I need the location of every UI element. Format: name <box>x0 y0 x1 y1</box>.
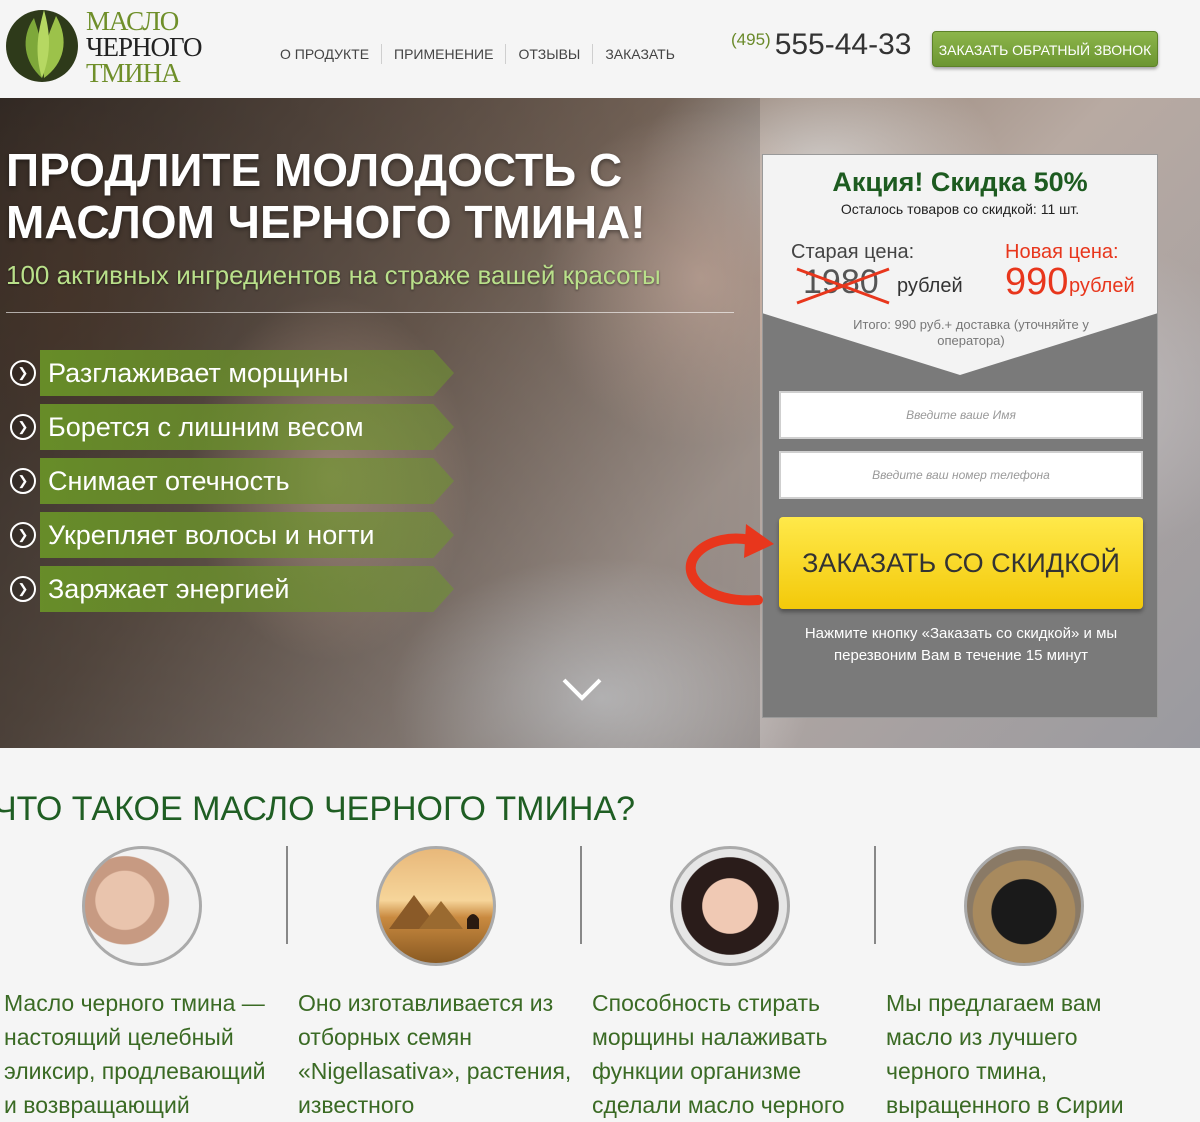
site-header: МАСЛО ЧЕРНОГО ТМИНА О ПРОДУКТЕ ПРИМЕНЕНИ… <box>0 0 1200 98</box>
old-price-currency: рублей <box>897 275 963 297</box>
benefit-text: Борется с лишним весом <box>48 412 364 442</box>
aging-face-image <box>82 846 202 966</box>
logo-wordmark: МАСЛО ЧЕРНОГО ТМИНА <box>86 6 202 88</box>
about-column-text: Оно изготавливается из отборных семян «N… <box>298 990 572 1118</box>
scroll-down-icon[interactable] <box>560 674 604 704</box>
benefit-text: Укрепляет волосы и ногти <box>48 520 375 550</box>
new-price-currency: рублей <box>1069 275 1135 297</box>
nav-item-order[interactable]: ЗАКАЗАТЬ <box>592 44 687 64</box>
phone-digits: 555-44-33 <box>774 28 912 61</box>
phone-code: (495) <box>731 30 771 49</box>
logo-line-1: МАСЛО <box>86 6 179 36</box>
nav-item-reviews[interactable]: ОТЗЫВЫ <box>505 44 592 64</box>
hero-divider <box>6 312 734 313</box>
benefit-text: Заряжает энергией <box>48 574 290 604</box>
name-input[interactable]: Введите ваше Имя <box>779 391 1143 439</box>
red-arrow-icon <box>685 524 774 606</box>
nav-item-product[interactable]: О ПРОДУКТЕ <box>268 44 381 64</box>
chevron-right-icon: ❯ <box>10 414 36 440</box>
column-divider <box>874 846 876 944</box>
main-nav: О ПРОДУКТЕ ПРИМЕНЕНИЕ ОТЗЫВЫ ЗАКАЗАТЬ <box>268 44 687 64</box>
pyramid-icon <box>389 895 479 929</box>
woman-face-image <box>670 846 790 966</box>
black-seeds-image <box>964 846 1084 966</box>
chevron-right-icon: ❯ <box>10 360 36 386</box>
callback-note: Нажмите кнопку «Заказать со скидкой» и м… <box>804 625 1118 664</box>
logo-line-2: ЧЕРНОГО <box>86 32 202 62</box>
logo[interactable]: МАСЛО ЧЕРНОГО ТМИНА <box>4 2 234 92</box>
column-divider <box>580 846 582 944</box>
hero-title: ПРОДЛИТЕ МОЛОДОСТЬ С МАСЛОМ ЧЕРНОГО ТМИН… <box>6 144 646 248</box>
old-price-label: Старая цена: <box>791 241 915 263</box>
phone-input[interactable]: Введите ваш номер телефона <box>779 451 1143 499</box>
about-column-text: Способность стирать морщины налаживать ф… <box>592 990 845 1118</box>
pyramids-image <box>376 846 496 966</box>
promo-title: Акция! Скидка 50% <box>832 167 1088 197</box>
total-note: Итого: 990 руб.+ доставка (уточняйте у о… <box>853 317 1089 348</box>
nav-item-usage[interactable]: ПРИМЕНЕНИЕ <box>381 44 505 64</box>
chevron-right-icon: ❯ <box>10 576 36 602</box>
logo-line-3: ТМИНА <box>86 58 181 88</box>
new-price: 990 <box>1005 261 1069 303</box>
callback-button[interactable]: ЗАКАЗАТЬ ОБРАТНЫЙ ЗВОНОК <box>932 31 1158 67</box>
benefit-text: Снимает отечность <box>48 466 290 496</box>
column-divider <box>286 846 288 944</box>
stock-remaining: Осталось товаров со скидкой: 11 шт. <box>840 201 1080 217</box>
leaf-logo-icon <box>6 10 78 82</box>
order-form: Акция! Скидка 50% Осталось товаров со ск… <box>762 154 1158 718</box>
chevron-right-icon: ❯ <box>10 468 36 494</box>
about-column-text: Мы предлагаем вам масло из лучшего черно… <box>886 990 1124 1118</box>
about-title: ЧТО ТАКОЕ МАСЛО ЧЕРНОГО ТМИНА? <box>0 790 636 828</box>
chevron-right-icon: ❯ <box>10 522 36 548</box>
strikethrough-icon <box>796 267 890 305</box>
hero-subtitle: 100 активных ингредиентов на страже ваше… <box>6 260 661 290</box>
phone-number: (495) 555-44-33 <box>731 28 911 62</box>
order-discount-button[interactable]: ЗАКАЗАТЬ СО СКИДКОЙ <box>779 517 1143 609</box>
benefit-text: Разглаживает морщины <box>48 358 349 388</box>
about-column-text: Масло черного тмина — настоящий целебный… <box>4 990 266 1118</box>
